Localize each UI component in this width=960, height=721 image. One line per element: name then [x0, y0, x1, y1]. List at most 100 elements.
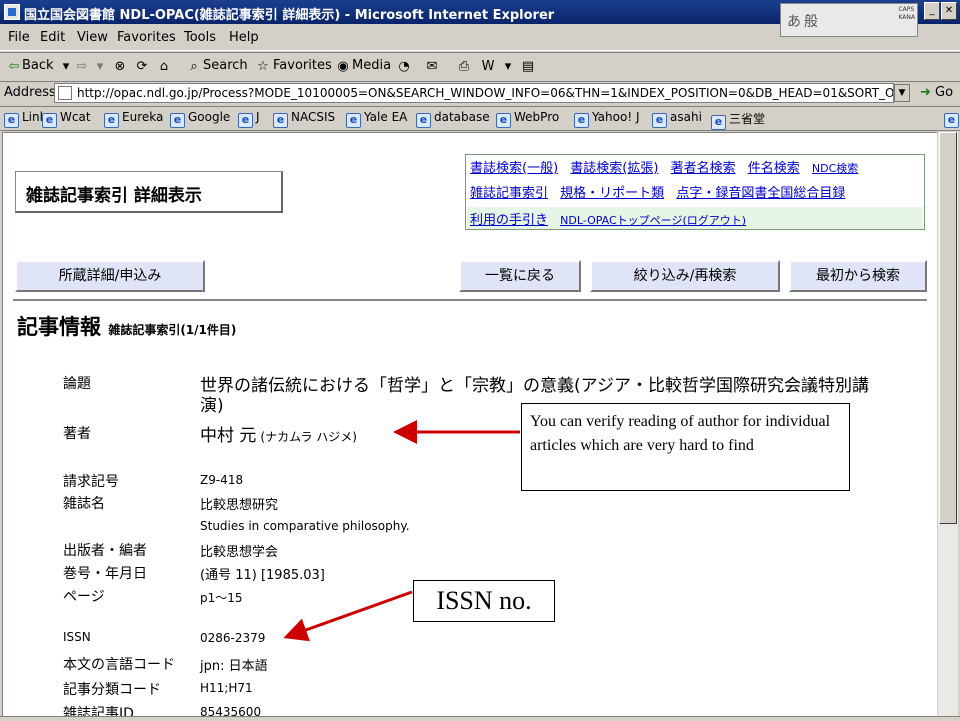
menu-favorites[interactable]: Favorites — [117, 30, 176, 45]
edit-dropdown-icon[interactable]: ▾ — [500, 59, 516, 75]
search-icon: ⌕ — [190, 59, 198, 74]
field-value-title-line1: 世界の諸伝統における「哲学」と「宗教」の意義(アジア・比較哲学国際研究会議特別講 — [200, 376, 869, 396]
ie-window-icon — [4, 4, 20, 20]
section-title: 記事情報 — [17, 315, 101, 339]
search-button[interactable]: Search — [203, 58, 248, 73]
go-button[interactable]: ➜ Go — [920, 85, 953, 100]
issn-callout: ISSN no. — [413, 580, 555, 622]
nav-book-search-extended[interactable]: 書誌検索(拡張) — [570, 161, 658, 176]
field-value-author: 中村 元 (ナカムラ ハジメ) — [200, 421, 357, 446]
back-button[interactable]: Back — [22, 58, 54, 73]
address-bar: Address http://opac.ndl.go.jp/Process?MO… — [0, 80, 960, 107]
mail-icon[interactable]: ✉ — [424, 59, 440, 75]
media-button[interactable]: Media — [352, 58, 391, 73]
forward-icon[interactable]: ⇨ — [74, 59, 90, 75]
link-google[interactable]: Google — [170, 110, 230, 128]
divider — [13, 299, 927, 301]
field-label-author: 著者 — [63, 426, 91, 442]
link-database[interactable]: database — [416, 110, 490, 128]
nav-row-3: 利用の手引き NDL-OPACトップページ(ログアウト) — [467, 207, 923, 229]
nav-standards-reports[interactable]: 規格・リポート類 — [560, 186, 664, 201]
history-icon[interactable]: ◔ — [396, 59, 412, 75]
discuss-icon[interactable]: ▤ — [520, 59, 536, 75]
field-value-language: jpn: 日本語 — [200, 659, 268, 674]
home-icon[interactable]: ⌂ — [156, 59, 172, 75]
back-dropdown-icon[interactable]: ▾ — [58, 59, 74, 75]
field-value-publisher: 比較思想学会 — [200, 545, 279, 560]
menu-view[interactable]: View — [77, 30, 108, 45]
menu-help[interactable]: Help — [229, 30, 259, 45]
link-eureka[interactable]: Eureka — [104, 110, 163, 128]
back-to-list-button[interactable]: 一覧に戻る — [459, 260, 581, 292]
field-label-journal: 雑誌名 — [63, 496, 105, 512]
menu-file[interactable]: File — [8, 30, 30, 45]
field-value-journal-en: Studies in comparative philosophy. — [200, 519, 410, 533]
issn-arrow — [283, 590, 413, 642]
link-j[interactable]: J — [238, 110, 260, 128]
links-overflow-chevron-icon[interactable]: » — [944, 110, 960, 128]
close-button[interactable]: ✕ — [941, 2, 957, 20]
menu-tools[interactable]: Tools — [184, 30, 216, 45]
back-arrow-icon: ⇦ — [8, 59, 20, 74]
author-reading-callout: You can verify reading of author for ind… — [521, 403, 850, 491]
new-search-button[interactable]: 最初から検索 — [789, 260, 927, 292]
favorites-button[interactable]: Favorites — [273, 58, 332, 73]
link-nacsis[interactable]: NACSIS — [273, 110, 335, 128]
nav-book-search-basic[interactable]: 書誌検索(一般) — [470, 161, 558, 176]
vertical-scrollbar[interactable] — [938, 132, 958, 720]
field-value-pages: p1～15 — [200, 591, 243, 605]
scrollbar-thumb[interactable] — [939, 132, 957, 524]
page-title: 雑誌記事索引 詳細表示 — [15, 171, 283, 213]
window-controls: _ ✕ — [922, 2, 958, 22]
nav-row-2: 雑誌記事索引 規格・リポート類 点字・録音図書全国総合目録 — [470, 182, 853, 204]
link-webpro[interactable]: WebPro — [496, 110, 559, 128]
address-label: Address — [4, 85, 56, 100]
nav-author-search[interactable]: 著者名検索 — [671, 161, 736, 176]
go-arrow-icon: ➜ — [920, 85, 931, 100]
nav-magazine-index[interactable]: 雑誌記事索引 — [470, 186, 548, 201]
field-label-article-id: 雑誌記事ID — [63, 706, 134, 717]
nav-row-1: 書誌検索(一般) 書誌検索(拡張) 著者名検索 件名検索 NDC検索 — [470, 157, 866, 179]
edit-icon[interactable]: W — [480, 59, 496, 75]
nav-user-guide[interactable]: 利用の手引き — [470, 213, 548, 228]
field-label-language: 本文の言語コード — [63, 657, 175, 673]
favorites-icon: ☆ — [257, 59, 269, 74]
field-value-journal: 比較思想研究 — [200, 498, 279, 513]
author-reading: (ナカムラ ハジメ) — [260, 430, 357, 444]
ime-kana-label: KANA — [898, 14, 915, 21]
link-asahi[interactable]: asahi — [652, 110, 702, 128]
opac-nav-menu: 書誌検索(一般) 書誌検索(拡張) 著者名検索 件名検索 NDC検索 雑誌記事索… — [465, 154, 925, 230]
link-yale-ea[interactable]: Yale EA — [346, 110, 407, 128]
window-title: 国立国会図書館 NDL-OPAC(雑誌記事索引 詳細表示) - Microsof… — [24, 8, 555, 23]
refresh-icon[interactable]: ⟳ — [134, 59, 150, 75]
field-value-call-number: Z9-418 — [200, 473, 244, 487]
nav-ndc-search[interactable]: NDC検索 — [812, 162, 858, 175]
nav-subject-search[interactable]: 件名検索 — [748, 161, 800, 176]
link-sanseido[interactable]: 三省堂 — [711, 110, 765, 130]
field-value-issn: 0286-2379 — [200, 631, 266, 645]
field-label-call-number: 請求記号 — [63, 474, 119, 490]
minimize-button[interactable]: _ — [924, 2, 940, 20]
field-value-volume: (通号 11) [1985.03] — [200, 568, 325, 583]
link-yahoo-j[interactable]: Yahoo! J — [574, 110, 639, 128]
standard-toolbar: ⇦ Back ▾ ⇨ ▾ ⊗ ⟳ ⌂ ⌕ Search ☆ Favorites … — [0, 52, 960, 82]
address-url: http://opac.ndl.go.jp/Process?MODE_10100… — [77, 86, 894, 100]
nav-top-page-logout[interactable]: NDL-OPACトップページ(ログアウト) — [560, 214, 746, 227]
link-wcat[interactable]: Wcat — [42, 110, 91, 128]
address-input[interactable]: http://opac.ndl.go.jp/Process?MODE_10100… — [54, 83, 894, 103]
nav-braille-catalog[interactable]: 点字・録音図書全国総合目録 — [676, 186, 845, 201]
menu-edit[interactable]: Edit — [40, 30, 65, 45]
field-label-classification: 記事分類コード — [63, 682, 161, 698]
section-subtitle: 雑誌記事索引(1/1件目) — [108, 323, 237, 337]
status-bar — [0, 716, 960, 721]
forward-dropdown-icon[interactable]: ▾ — [92, 59, 108, 75]
ime-caps-label: CAPS — [898, 6, 915, 13]
address-dropdown-button[interactable]: ▼ — [894, 84, 910, 102]
menu-bar: File Edit View Favorites Tools Help — [0, 26, 960, 51]
author-name: 中村 元 — [200, 426, 257, 446]
holdings-request-button[interactable]: 所蔵詳細/申込み — [15, 260, 205, 292]
print-icon[interactable]: ⎙ — [456, 59, 472, 75]
stop-icon[interactable]: ⊗ — [112, 59, 128, 75]
page-content: 雑誌記事索引 詳細表示 書誌検索(一般) 書誌検索(拡張) 著者名検索 件名検索… — [2, 132, 937, 717]
refine-search-button[interactable]: 絞り込み/再検索 — [590, 260, 780, 292]
